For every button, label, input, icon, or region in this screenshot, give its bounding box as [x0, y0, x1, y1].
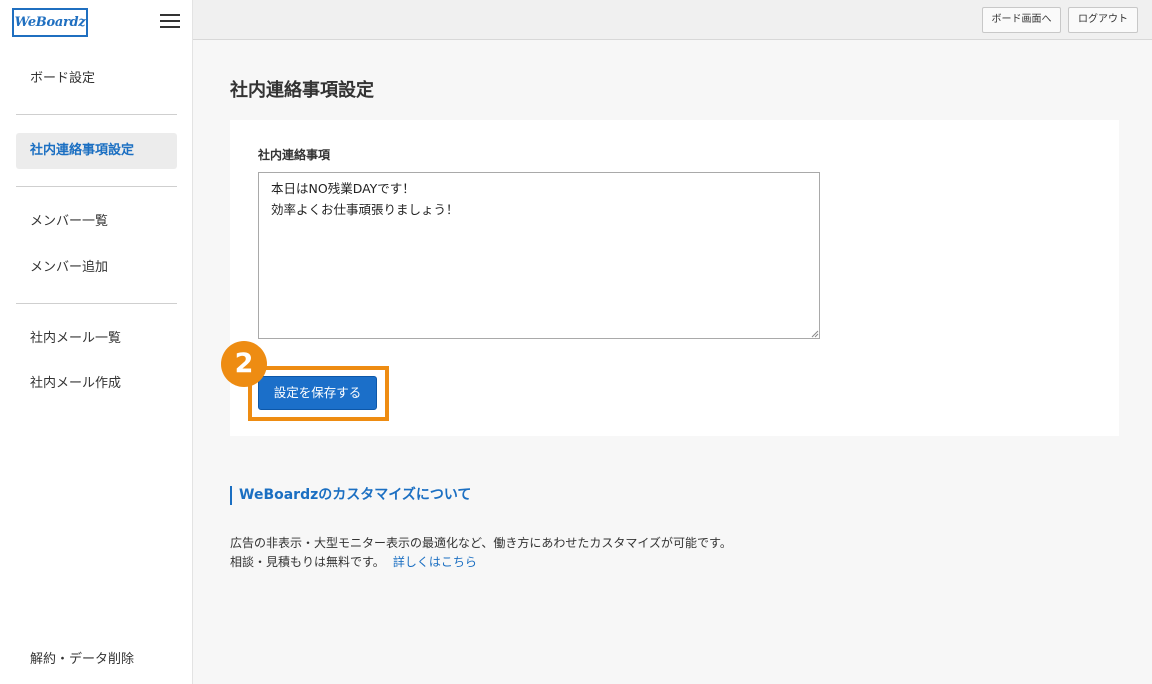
details-link[interactable]: 詳しくはこちら — [393, 555, 477, 569]
sidebar-divider — [16, 186, 177, 187]
sidebar-divider — [16, 303, 177, 304]
sidebar-item-label: メンバー一覧 — [30, 214, 109, 229]
customize-line2-text: 相談・見積もりは無料です。 — [230, 555, 385, 569]
hamburger-menu-icon[interactable] — [158, 10, 182, 32]
sidebar-item-label: メンバー追加 — [30, 260, 109, 275]
customize-heading: WeBoardzのカスタマイズについて — [230, 486, 471, 505]
sidebar-item-board-settings[interactable]: ボード設定 — [16, 61, 177, 97]
board-view-button[interactable]: ボード画面へ — [982, 7, 1061, 33]
customize-description-line2: 相談・見積もりは無料です。 詳しくはこちら — [230, 553, 477, 570]
weboardz-logo[interactable]: WeBoardz — [12, 8, 88, 37]
logout-button[interactable]: ログアウト — [1068, 7, 1138, 33]
sidebar-divider — [16, 114, 177, 115]
page-title: 社内連絡事項設定 — [230, 80, 374, 101]
sidebar-item-cancel-delete[interactable]: 解約・データ削除 — [16, 642, 177, 678]
sidebar-item-mail-list[interactable]: 社内メール一覧 — [16, 321, 177, 357]
logo-text: WeBoardz — [14, 15, 86, 30]
save-settings-button[interactable]: 設定を保存する — [258, 376, 377, 410]
customize-description-line1: 広告の非表示・大型モニター表示の最適化など、働き方にあわせたカスタマイズが可能で… — [230, 536, 732, 550]
sidebar-item-add-member[interactable]: メンバー追加 — [16, 250, 177, 286]
sidebar-item-label: ボード設定 — [30, 71, 96, 86]
sidebar-item-notice-settings[interactable]: 社内連絡事項設定 — [16, 133, 177, 169]
notice-textarea[interactable] — [258, 172, 820, 339]
sidebar-item-label: 社内連絡事項設定 — [30, 143, 135, 158]
board-view-button-label: ボード画面へ — [991, 14, 1052, 25]
sidebar-item-label: 社内メール一覧 — [30, 331, 122, 346]
top-bar: ボード画面へ ログアウト — [193, 0, 1152, 40]
sidebar-item-compose-mail[interactable]: 社内メール作成 — [16, 366, 177, 402]
logout-button-label: ログアウト — [1078, 14, 1128, 25]
notice-field-label: 社内連絡事項 — [258, 148, 331, 162]
step-badge: 2 — [221, 341, 267, 387]
sidebar-item-member-list[interactable]: メンバー一覧 — [16, 204, 177, 240]
resize-handle-icon[interactable] — [810, 329, 819, 338]
sidebar-item-label: 社内メール作成 — [30, 376, 122, 391]
sidebar-item-label: 解約・データ削除 — [30, 652, 135, 667]
sidebar: WeBoardz ボード設定 社内連絡事項設定 メンバー一覧 メンバー追加 社内… — [0, 0, 193, 684]
